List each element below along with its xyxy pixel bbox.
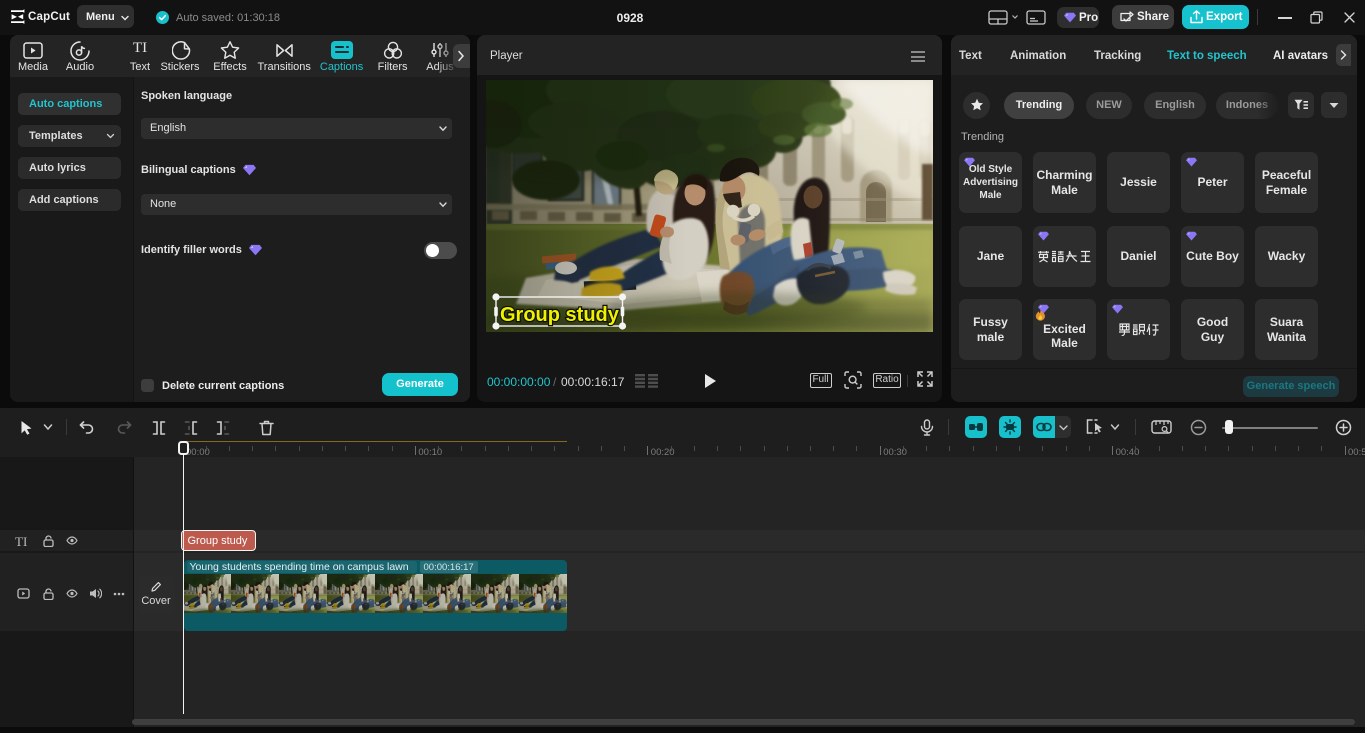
svg-text:Group study: Group study	[500, 304, 620, 326]
